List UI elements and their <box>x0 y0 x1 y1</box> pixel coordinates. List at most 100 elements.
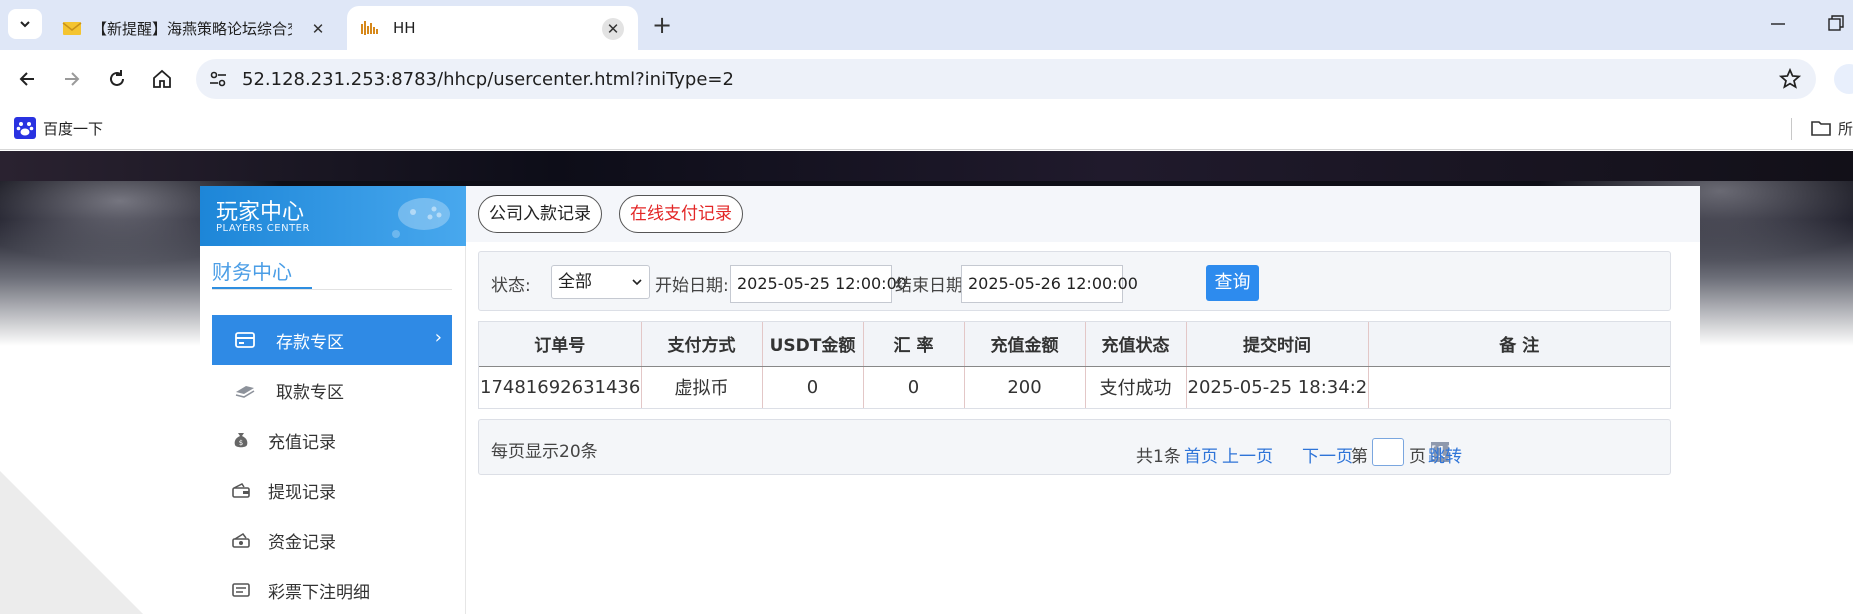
tab-title: 【新提醒】海燕策略论坛综合交 <box>92 19 292 38</box>
bookmark-baidu[interactable]: 百度一下 <box>14 117 103 139</box>
address-bar[interactable]: 52.128.231.253:8783/hhcp/usercenter.html… <box>196 59 1816 99</box>
section-underline <box>212 287 312 289</box>
pagination-bar: 每页显示20条 共1条 首页 上一页 [1] 下一页 第 页 跳转 <box>478 419 1671 475</box>
bookmarks-separator <box>1791 118 1792 140</box>
user-center-panel: 玩家中心 PLAYERS CENTER 财务中心 存款专区 › 取款专区 $ 充… <box>200 186 1700 614</box>
back-button[interactable] <box>12 64 42 94</box>
start-date-input[interactable]: 2025-05-25 12:00:00 <box>730 265 907 303</box>
site-info-button[interactable] <box>206 67 230 91</box>
tab-online-payment-records[interactable]: 在线支付记录 <box>619 195 743 233</box>
cell-remarks <box>1368 366 1670 408</box>
sidebar-subtitle: PLAYERS CENTER <box>216 223 310 234</box>
col-payment-method: 支付方式 <box>641 322 763 367</box>
baidu-paw-icon <box>14 117 36 139</box>
forward-button[interactable] <box>57 64 87 94</box>
other-bookmarks-label: 所 <box>1838 119 1853 138</box>
col-exchange-rate: 汇 率 <box>863 322 965 367</box>
hero-banner-strip <box>0 151 1853 181</box>
start-date-label: 开始日期: <box>655 276 729 296</box>
tune-icon <box>210 71 226 87</box>
close-icon[interactable]: ✕ <box>307 18 329 40</box>
reload-button[interactable] <box>102 64 132 94</box>
table-row: 1748169263143643 虚拟币 0 0 200 支付成功 2025-0… <box>479 366 1670 408</box>
main-content: 公司入款记录 在线支付记录 状态: 全部 开始日期: 2025-05-25 12… <box>466 186 1700 614</box>
end-date-label: 结束日期: <box>895 276 969 296</box>
tab-company-deposit-records[interactable]: 公司入款记录 <box>478 195 602 233</box>
restore-icon[interactable] <box>1826 14 1846 34</box>
col-usdt-amount: USDT金额 <box>762 322 864 367</box>
close-icon[interactable]: ✕ <box>602 18 624 40</box>
sidebar-item-fund-records[interactable]: 资金记录 <box>212 515 452 565</box>
sidebar: 玩家中心 PLAYERS CENTER 财务中心 存款专区 › 取款专区 $ 充… <box>200 186 466 614</box>
end-date-input[interactable]: 2025-05-26 12:00:00 <box>961 265 1138 303</box>
money-bag-icon: $ <box>230 429 252 451</box>
wallet-icon <box>230 479 252 501</box>
page-viewport: 玩家中心 PLAYERS CENTER 财务中心 存款专区 › 取款专区 $ 充… <box>0 151 1853 614</box>
card-icon <box>234 329 256 351</box>
sidebar-item-withdraw-records[interactable]: 提现记录 <box>212 465 452 515</box>
url-text[interactable]: 52.128.231.253:8783/hhcp/usercenter.html… <box>242 69 734 90</box>
home-icon <box>153 69 171 88</box>
browser-tab-hh[interactable]: HH ✕ <box>347 6 638 50</box>
home-button[interactable] <box>147 64 177 94</box>
jump-link[interactable]: 跳转 <box>1428 442 1462 467</box>
reload-icon <box>110 70 124 86</box>
cell-exchange-rate: 0 <box>863 366 965 408</box>
next-page-link[interactable]: 下一页 <box>1302 442 1353 467</box>
sidebar-item-label: 充值记录 <box>268 432 336 453</box>
cell-submit-time: 2025-05-25 18:34:23 <box>1186 366 1369 408</box>
tab-search-button[interactable] <box>8 9 42 39</box>
folder-icon <box>1811 121 1831 136</box>
sidebar-item-deposit[interactable]: 存款专区 › <box>212 315 452 365</box>
decorative-triangle <box>0 471 150 614</box>
minimize-icon[interactable] <box>1766 12 1790 36</box>
page-number-input[interactable] <box>1372 438 1404 466</box>
filter-bar: 状态: 全部 开始日期: 2025-05-25 12:00:00 结束日期: 2… <box>478 251 1671 311</box>
new-tab-button[interactable]: + <box>648 12 676 40</box>
envelope-icon <box>62 22 82 35</box>
svg-text:$: $ <box>239 439 243 447</box>
cell-usdt-amount: 0 <box>762 366 864 408</box>
gamepad-icon <box>392 198 450 238</box>
section-divider <box>212 289 452 290</box>
record-tabs: 公司入款记录 在线支付记录 <box>466 186 1700 242</box>
cell-recharge-amount: 200 <box>964 366 1086 408</box>
chevron-right-icon: › <box>434 327 442 348</box>
sidebar-item-label: 彩票下注明细 <box>268 582 370 603</box>
status-label: 状态: <box>491 276 531 296</box>
sidebar-item-label: 存款专区 <box>276 332 344 353</box>
col-submit-time: 提交时间 <box>1186 322 1369 367</box>
col-order-no: 订单号 <box>479 322 642 367</box>
profile-avatar[interactable] <box>1834 64 1853 94</box>
status-select[interactable]: 全部 <box>551 265 650 299</box>
page-prefix: 第 <box>1351 447 1368 467</box>
sidebar-item-lottery-bets[interactable]: 彩票下注明细 <box>212 565 452 614</box>
col-recharge-amount: 充值金额 <box>964 322 1086 367</box>
chevron-down-icon <box>632 279 642 286</box>
page-suffix: 页 <box>1409 447 1426 467</box>
other-bookmarks[interactable]: 所 <box>1810 117 1853 139</box>
query-button[interactable]: 查询 <box>1206 265 1259 301</box>
cash-icon <box>234 379 256 401</box>
bookmarks-bar: 百度一下 所 <box>0 108 1853 150</box>
arrow-right-icon <box>65 72 80 86</box>
table-header-row: 订单号 支付方式 USDT金额 汇 率 充值金额 充值状态 提交时间 备 注 <box>479 322 1670 367</box>
bookmark-label: 百度一下 <box>43 119 104 138</box>
sidebar-item-withdraw[interactable]: 取款专区 <box>212 365 452 415</box>
arrow-left-icon <box>19 72 34 86</box>
first-page-link[interactable]: 首页 <box>1184 442 1218 467</box>
sidebar-item-label: 提现记录 <box>268 482 336 503</box>
sidebar-item-label: 取款专区 <box>276 382 344 403</box>
per-page-text: 每页显示20条 <box>491 442 598 462</box>
sidebar-item-recharge-records[interactable]: $ 充值记录 <box>212 415 452 465</box>
waveform-icon <box>361 21 378 35</box>
players-center-header: 玩家中心 PLAYERS CENTER <box>200 186 466 246</box>
star-icon[interactable] <box>1778 67 1802 91</box>
browser-tab-forum[interactable]: 【新提醒】海燕策略论坛综合交 ✕ <box>50 6 343 50</box>
sidebar-item-label: 资金记录 <box>268 532 336 553</box>
browser-toolbar: 52.128.231.253:8783/hhcp/usercenter.html… <box>0 50 1853 108</box>
records-table: 订单号 支付方式 USDT金额 汇 率 充值金额 充值状态 提交时间 备 注 1 <box>478 321 1671 409</box>
prev-page-link[interactable]: 上一页 <box>1222 442 1273 467</box>
lottery-icon <box>230 579 252 601</box>
col-remarks: 备 注 <box>1368 322 1670 367</box>
